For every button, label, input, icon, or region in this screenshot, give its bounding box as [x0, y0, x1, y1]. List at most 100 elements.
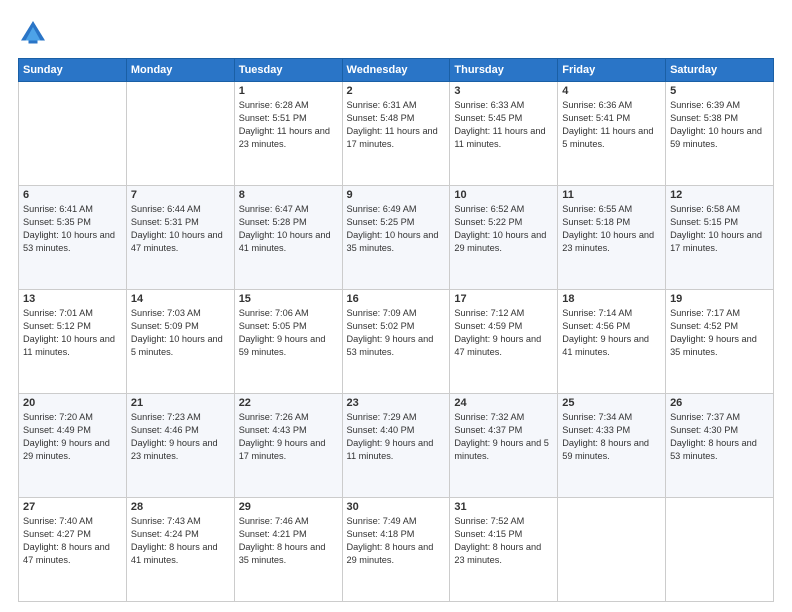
- weekday-header-cell: Saturday: [666, 59, 774, 82]
- weekday-header-row: SundayMondayTuesdayWednesdayThursdayFrid…: [19, 59, 774, 82]
- calendar-cell: 20 Sunrise: 7:20 AM Sunset: 4:49 PM Dayli…: [19, 394, 127, 498]
- day-number: 16: [347, 293, 446, 305]
- calendar-week-row: 6 Sunrise: 6:41 AM Sunset: 5:35 PM Daylig…: [19, 186, 774, 290]
- cell-info: Sunrise: 7:32 AM Sunset: 4:37 PM Dayligh…: [454, 411, 553, 463]
- calendar-cell: 25Sunrise: 7:34 AM Sunset: 4:33 PM Dayli…: [558, 394, 666, 498]
- cell-info: Sunrise: 7:26 AM Sunset: 4:43 PM Dayligh…: [239, 411, 338, 463]
- calendar-cell: 31 Sunrise: 7:52 AM Sunset: 4:15 PM Dayli…: [450, 498, 558, 602]
- calendar-cell: 28Sunrise: 7:43 AM Sunset: 4:24 PM Dayli…: [126, 498, 234, 602]
- cell-info: Sunrise: 6:41 AM Sunset: 5:35 PM Dayligh…: [23, 203, 122, 255]
- day-number: 3: [454, 85, 553, 97]
- cell-info: Sunrise: 6:52 AM Sunset: 5:22 PM Dayligh…: [454, 203, 553, 255]
- cell-info: Sunrise: 7:17 AM Sunset: 4:52 PM Dayligh…: [670, 307, 769, 359]
- logo-icon: [18, 18, 48, 48]
- cell-info: Sunrise: 7:12 AM Sunset: 4:59 PM Dayligh…: [454, 307, 553, 359]
- cell-info: Sunrise: 7:46 AM Sunset: 4:21 PM Dayligh…: [239, 515, 338, 567]
- weekday-header-cell: Thursday: [450, 59, 558, 82]
- cell-info: Sunrise: 7:14 AM Sunset: 4:56 PM Dayligh…: [562, 307, 661, 359]
- day-number: 4: [562, 85, 661, 97]
- day-number: 18: [562, 293, 661, 305]
- cell-info: Sunrise: 6:44 AM Sunset: 5:31 PM Dayligh…: [131, 203, 230, 255]
- calendar-cell: 21 Sunrise: 7:23 AM Sunset: 4:46 PM Dayli…: [126, 394, 234, 498]
- calendar-cell: 10 Sunrise: 6:52 AM Sunset: 5:22 PM Dayli…: [450, 186, 558, 290]
- calendar-cell: [666, 498, 774, 602]
- calendar-week-row: 20 Sunrise: 7:20 AM Sunset: 4:49 PM Dayli…: [19, 394, 774, 498]
- calendar-cell: 16 Sunrise: 7:09 AM Sunset: 5:02 PM Dayli…: [342, 290, 450, 394]
- cell-info: Sunrise: 7:06 AM Sunset: 5:05 PM Dayligh…: [239, 307, 338, 359]
- calendar-cell: 18 Sunrise: 7:14 AM Sunset: 4:56 PM Dayli…: [558, 290, 666, 394]
- calendar-cell: 14Sunrise: 7:03 AM Sunset: 5:09 PM Dayli…: [126, 290, 234, 394]
- cell-info: Sunrise: 7:37 AM Sunset: 4:30 PM Dayligh…: [670, 411, 769, 463]
- day-number: 19: [670, 293, 769, 305]
- day-number: 7: [131, 189, 230, 201]
- calendar-cell: 29 Sunrise: 7:46 AM Sunset: 4:21 PM Dayli…: [234, 498, 342, 602]
- cell-info: Sunrise: 6:39 AM Sunset: 5:38 PM Dayligh…: [670, 99, 769, 151]
- calendar-cell: 19 Sunrise: 7:17 AM Sunset: 4:52 PM Dayli…: [666, 290, 774, 394]
- day-number: 27: [23, 501, 122, 513]
- calendar-cell: 6 Sunrise: 6:41 AM Sunset: 5:35 PM Daylig…: [19, 186, 127, 290]
- day-number: 29: [239, 501, 338, 513]
- calendar-cell: 22 Sunrise: 7:26 AM Sunset: 4:43 PM Dayli…: [234, 394, 342, 498]
- cell-info: Sunrise: 6:36 AM Sunset: 5:41 PM Dayligh…: [562, 99, 661, 151]
- header: [18, 18, 774, 48]
- day-number: 31: [454, 501, 553, 513]
- calendar-cell: 15 Sunrise: 7:06 AM Sunset: 5:05 PM Dayli…: [234, 290, 342, 394]
- day-number: 21: [131, 397, 230, 409]
- logo: [18, 18, 52, 48]
- calendar-cell: 5 Sunrise: 6:39 AM Sunset: 5:38 PM Daylig…: [666, 82, 774, 186]
- weekday-header-cell: Monday: [126, 59, 234, 82]
- cell-info: Sunrise: 7:34 AM Sunset: 4:33 PM Dayligh…: [562, 411, 661, 463]
- day-number: 28: [131, 501, 230, 513]
- day-number: 13: [23, 293, 122, 305]
- cell-info: Sunrise: 6:31 AM Sunset: 5:48 PM Dayligh…: [347, 99, 446, 151]
- cell-info: Sunrise: 7:09 AM Sunset: 5:02 PM Dayligh…: [347, 307, 446, 359]
- calendar-cell: 30 Sunrise: 7:49 AM Sunset: 4:18 PM Dayli…: [342, 498, 450, 602]
- day-number: 6: [23, 189, 122, 201]
- cell-info: Sunrise: 7:49 AM Sunset: 4:18 PM Dayligh…: [347, 515, 446, 567]
- calendar-cell: 7 Sunrise: 6:44 AM Sunset: 5:31 PM Daylig…: [126, 186, 234, 290]
- cell-info: Sunrise: 7:03 AM Sunset: 5:09 PM Dayligh…: [131, 307, 230, 359]
- calendar-cell: 1 Sunrise: 6:28 AM Sunset: 5:51 PM Daylig…: [234, 82, 342, 186]
- day-number: 15: [239, 293, 338, 305]
- weekday-header-cell: Wednesday: [342, 59, 450, 82]
- calendar-cell: 3 Sunrise: 6:33 AM Sunset: 5:45 PM Daylig…: [450, 82, 558, 186]
- calendar-cell: [19, 82, 127, 186]
- day-number: 26: [670, 397, 769, 409]
- cell-info: Sunrise: 7:52 AM Sunset: 4:15 PM Dayligh…: [454, 515, 553, 567]
- calendar-cell: 26 Sunrise: 7:37 AM Sunset: 4:30 PM Dayli…: [666, 394, 774, 498]
- day-number: 12: [670, 189, 769, 201]
- weekday-header-cell: Tuesday: [234, 59, 342, 82]
- page: SundayMondayTuesdayWednesdayThursdayFrid…: [0, 0, 792, 612]
- day-number: 23: [347, 397, 446, 409]
- calendar-week-row: 1 Sunrise: 6:28 AM Sunset: 5:51 PM Daylig…: [19, 82, 774, 186]
- cell-info: Sunrise: 7:20 AM Sunset: 4:49 PM Dayligh…: [23, 411, 122, 463]
- day-number: 10: [454, 189, 553, 201]
- day-number: 1: [239, 85, 338, 97]
- cell-info: Sunrise: 7:23 AM Sunset: 4:46 PM Dayligh…: [131, 411, 230, 463]
- day-number: 30: [347, 501, 446, 513]
- calendar-cell: [126, 82, 234, 186]
- day-number: 20: [23, 397, 122, 409]
- calendar-cell: 8Sunrise: 6:47 AM Sunset: 5:28 PM Daylig…: [234, 186, 342, 290]
- calendar-cell: 9Sunrise: 6:49 AM Sunset: 5:25 PM Daylig…: [342, 186, 450, 290]
- cell-info: Sunrise: 6:28 AM Sunset: 5:51 PM Dayligh…: [239, 99, 338, 151]
- cell-info: Sunrise: 6:33 AM Sunset: 5:45 PM Dayligh…: [454, 99, 553, 151]
- day-number: 11: [562, 189, 661, 201]
- day-number: 17: [454, 293, 553, 305]
- calendar-cell: 12 Sunrise: 6:58 AM Sunset: 5:15 PM Dayli…: [666, 186, 774, 290]
- calendar-cell: 23Sunrise: 7:29 AM Sunset: 4:40 PM Dayli…: [342, 394, 450, 498]
- calendar-week-row: 27 Sunrise: 7:40 AM Sunset: 4:27 PM Dayli…: [19, 498, 774, 602]
- cell-info: Sunrise: 6:47 AM Sunset: 5:28 PM Dayligh…: [239, 203, 338, 255]
- cell-info: Sunrise: 7:40 AM Sunset: 4:27 PM Dayligh…: [23, 515, 122, 567]
- day-number: 22: [239, 397, 338, 409]
- calendar-cell: 24Sunrise: 7:32 AM Sunset: 4:37 PM Dayli…: [450, 394, 558, 498]
- day-number: 2: [347, 85, 446, 97]
- calendar-body: 1 Sunrise: 6:28 AM Sunset: 5:51 PM Daylig…: [19, 82, 774, 602]
- day-number: 5: [670, 85, 769, 97]
- calendar-cell: 11 Sunrise: 6:55 AM Sunset: 5:18 PM Dayli…: [558, 186, 666, 290]
- weekday-header-cell: Friday: [558, 59, 666, 82]
- cell-info: Sunrise: 6:58 AM Sunset: 5:15 PM Dayligh…: [670, 203, 769, 255]
- cell-info: Sunrise: 7:01 AM Sunset: 5:12 PM Dayligh…: [23, 307, 122, 359]
- cell-info: Sunrise: 6:55 AM Sunset: 5:18 PM Dayligh…: [562, 203, 661, 255]
- calendar-cell: 13 Sunrise: 7:01 AM Sunset: 5:12 PM Dayli…: [19, 290, 127, 394]
